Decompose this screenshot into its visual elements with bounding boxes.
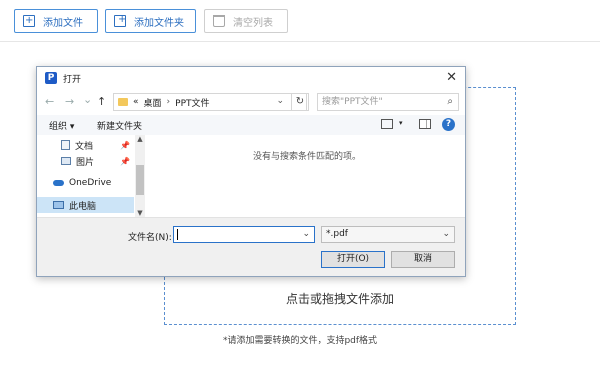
navigation-scrollbar[interactable]: ▲ ▼ (135, 135, 145, 217)
app-logo-icon: P (45, 72, 57, 84)
back-arrow-icon[interactable]: ← (45, 95, 54, 108)
sidebar-item-pictures[interactable]: 图片 📌 (37, 153, 134, 169)
recent-locations-icon[interactable]: ⌄ (83, 93, 92, 106)
dialog-title: 打开 (63, 74, 82, 85)
chevron-down-icon: ⌄ (442, 229, 450, 239)
address-bar[interactable]: « 桌面 › PPT文件 ⌄ (113, 93, 307, 111)
pin-icon: 📌 (120, 140, 130, 150)
scroll-up-icon[interactable]: ▲ (135, 135, 145, 143)
add-folder-icon (114, 13, 126, 27)
dialog-footer: 文件名(N): ⌄ *.pdf ⌄ 打开(O) 取消 (37, 217, 465, 276)
view-dropdown-icon[interactable]: ▾ (399, 119, 403, 127)
chevron-down-icon[interactable]: ⌄ (302, 229, 310, 239)
drop-zone-hint: *请添加需要转换的文件，支持pdf格式 (222, 336, 378, 346)
close-icon[interactable]: ✕ (446, 70, 457, 85)
picture-icon (61, 157, 71, 165)
sidebar-item-label: 文档 (75, 141, 94, 152)
scroll-down-icon[interactable]: ▼ (135, 209, 145, 217)
search-placeholder: 搜索"PPT文件" (322, 97, 383, 107)
address-dropdown-icon[interactable]: ⌄ (276, 96, 284, 106)
sidebar-item-documents[interactable]: 文档 📌 (37, 137, 134, 153)
file-list-area[interactable]: 没有与搜索条件匹配的项。 (149, 135, 465, 217)
help-icon[interactable]: ? (442, 118, 455, 131)
up-arrow-icon[interactable]: ↑ (97, 95, 106, 108)
document-icon (61, 140, 70, 150)
refresh-icon[interactable]: ↻ (291, 93, 309, 111)
folder-icon (118, 98, 128, 106)
scroll-thumb[interactable] (136, 165, 144, 195)
top-toolbar: 添加文件 添加文件夹 清空列表 (0, 0, 600, 42)
open-file-dialog: P 打开 ✕ ← → ⌄ ↑ « 桌面 › PPT文件 ⌄ ↻ 搜索"PPT文件… (36, 66, 466, 277)
command-bar: 组织 ▾ 新建文件夹 ▾ ? (37, 115, 465, 135)
new-folder-button[interactable]: 新建文件夹 (97, 119, 142, 132)
view-options-icon[interactable] (381, 119, 393, 129)
drop-zone-text: 点击或拖拽文件添加 (285, 292, 394, 306)
sidebar-item-onedrive[interactable]: OneDrive (37, 175, 134, 191)
breadcrumb-desktop[interactable]: 桌面 (144, 96, 162, 109)
breadcrumb-separator: › (166, 97, 171, 107)
clear-list-button[interactable]: 清空列表 (204, 9, 288, 33)
search-icon: ⌕ (447, 96, 453, 107)
navigation-pane: 文档 📌 图片 📌 OneDrive 此电脑 (37, 135, 147, 215)
sidebar-item-label: 此电脑 (69, 201, 97, 212)
text-caret (177, 229, 178, 240)
file-type-value: *.pdf (326, 229, 348, 239)
address-prefix: « (133, 97, 139, 107)
cancel-button[interactable]: 取消 (391, 251, 455, 268)
sidebar-item-this-pc[interactable]: 此电脑 (37, 197, 134, 213)
file-type-select[interactable]: *.pdf ⌄ (321, 226, 455, 243)
sidebar-item-label: OneDrive (69, 178, 112, 188)
preview-pane-icon[interactable] (419, 119, 431, 129)
computer-icon (53, 201, 64, 209)
pin-icon: 📌 (120, 156, 130, 166)
add-folder-label: 添加文件夹 (134, 17, 184, 29)
filename-label: 文件名(N): (128, 233, 172, 243)
breadcrumb-ppt-folder[interactable]: PPT文件 (175, 96, 209, 109)
add-folder-button[interactable]: 添加文件夹 (105, 9, 196, 33)
organize-menu[interactable]: 组织 ▾ (49, 119, 74, 132)
open-button[interactable]: 打开(O) (321, 251, 385, 268)
add-file-label: 添加文件 (43, 17, 83, 29)
filename-input[interactable]: ⌄ (173, 226, 315, 243)
navigation-bar: ← → ⌄ ↑ « 桌面 › PPT文件 ⌄ ↻ 搜索"PPT文件" ⌕ (37, 91, 465, 113)
search-input[interactable]: 搜索"PPT文件" ⌕ (317, 93, 459, 111)
cloud-icon (53, 180, 64, 186)
add-file-button[interactable]: 添加文件 (14, 9, 98, 33)
add-file-icon (23, 14, 35, 28)
forward-arrow-icon[interactable]: → (65, 95, 74, 108)
empty-results-message: 没有与搜索条件匹配的项。 (252, 152, 361, 162)
sidebar-item-label: 图片 (76, 157, 95, 168)
clear-list-label: 清空列表 (233, 17, 273, 29)
trash-icon (213, 15, 225, 27)
dialog-titlebar: P 打开 ✕ (37, 67, 465, 89)
